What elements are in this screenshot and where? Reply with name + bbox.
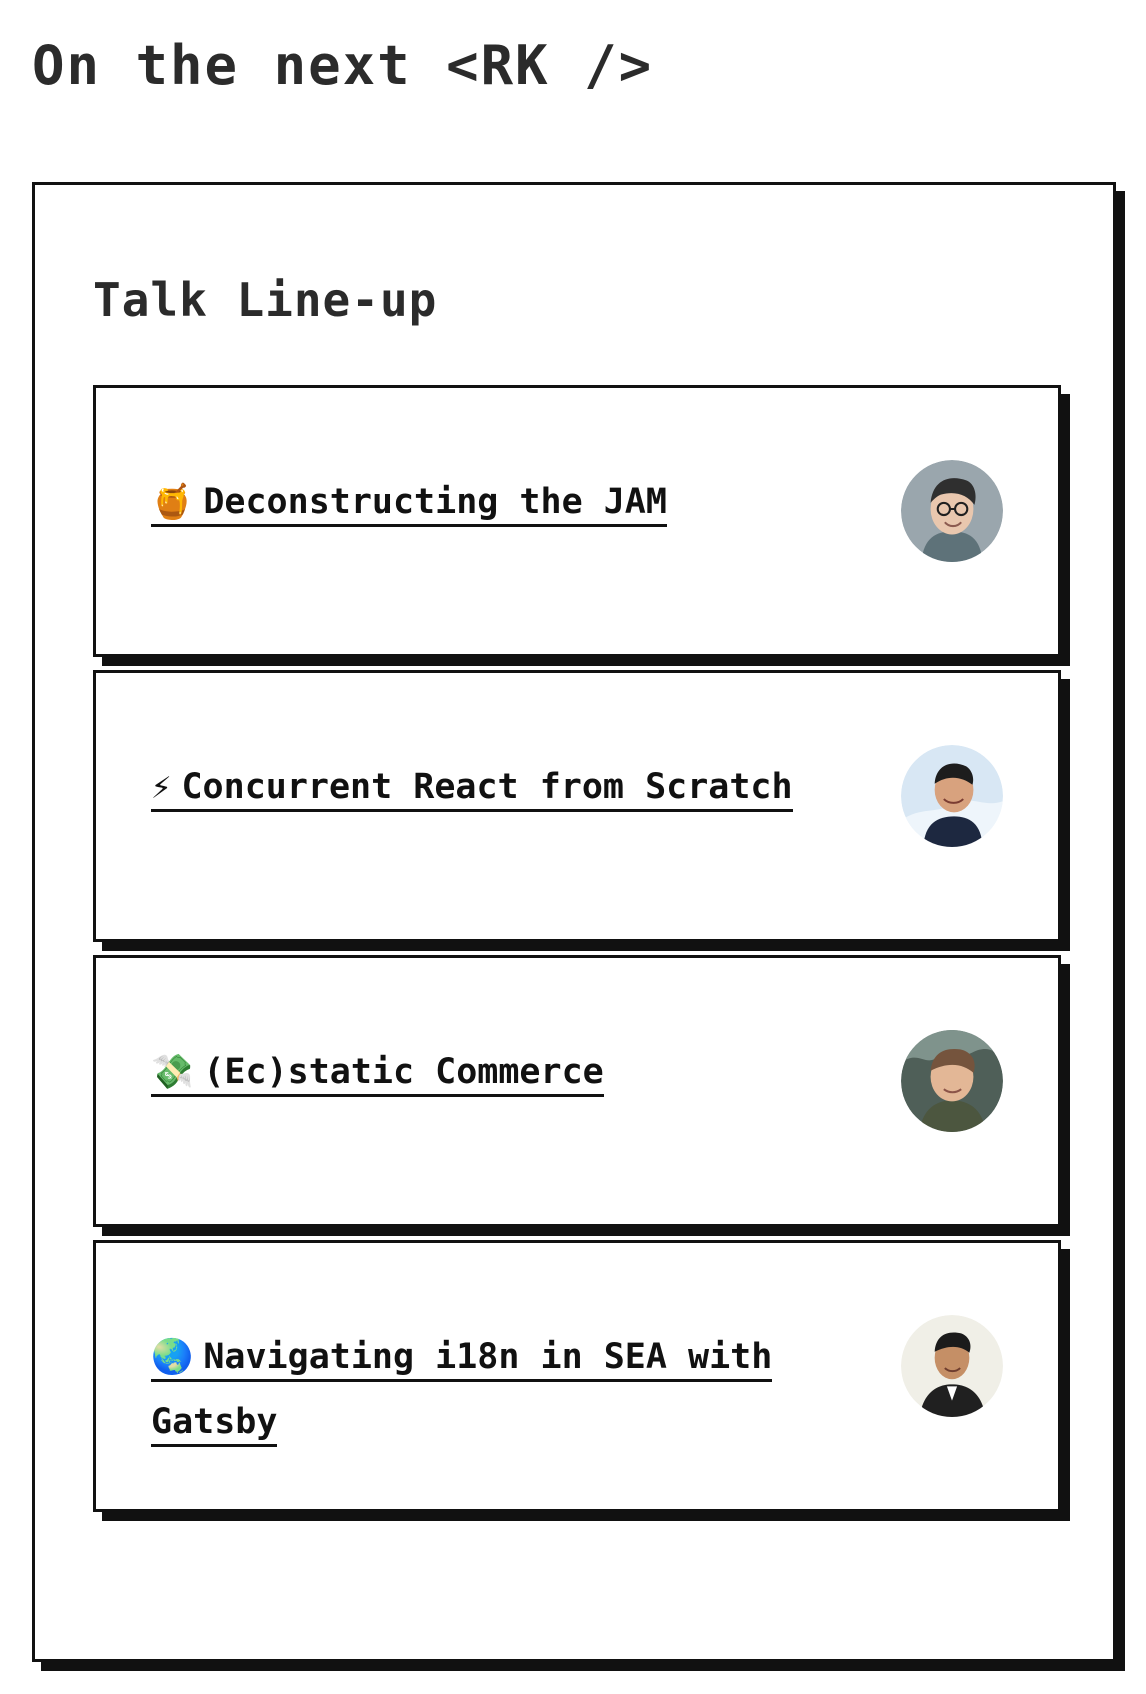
speaker-portrait <box>901 745 1003 847</box>
talk-title: 🌏 Navigating i18n in SEA with Gatsby <box>151 1325 851 1455</box>
page-title: On the next <RK /> <box>32 34 654 97</box>
honey-pot-icon: 🍯 <box>151 482 194 522</box>
speaker-avatar[interactable] <box>901 1315 1003 1417</box>
talk-lineup-title: Talk Line-up <box>93 273 438 327</box>
talk-title: 🍯 Deconstructing the JAM <box>151 470 851 535</box>
talk-title-text: (Ec)static Commerce <box>203 1052 604 1092</box>
lightning-icon: ⚡ <box>151 767 172 807</box>
speaker-portrait <box>901 460 1003 562</box>
globe-asia-australia-icon: 🌏 <box>151 1337 194 1377</box>
talk-link-navigating-i18n-in-sea-with-gatsby[interactable]: 🌏 Navigating i18n in SEA with Gatsby <box>151 1337 773 1447</box>
talk-title: ⚡ Concurrent React from Scratch <box>151 755 851 820</box>
talk-title-text: Navigating i18n in SEA with Gatsby <box>151 1337 773 1442</box>
talk-lineup-panel: Talk Line-up 🍯 Deconstructing the JAM ⚡ Co <box>32 182 1116 1662</box>
speaker-avatar[interactable] <box>901 1030 1003 1132</box>
talk-title: 💸 (Ec)static Commerce <box>151 1040 851 1105</box>
speaker-avatar[interactable] <box>901 745 1003 847</box>
talk-card-concurrent-react-from-scratch[interactable]: ⚡ Concurrent React from Scratch <box>93 670 1061 942</box>
talk-card-navigating-i18n-in-sea-with-gatsby[interactable]: 🌏 Navigating i18n in SEA with Gatsby <box>93 1240 1061 1512</box>
talk-link-deconstructing-the-jam[interactable]: 🍯 Deconstructing the JAM <box>151 482 667 527</box>
talk-title-text: Concurrent React from Scratch <box>181 767 793 807</box>
talk-title-text: Deconstructing the JAM <box>203 482 667 522</box>
speaker-portrait <box>901 1030 1003 1132</box>
speaker-portrait <box>901 1315 1003 1417</box>
talk-link-concurrent-react-from-scratch[interactable]: ⚡ Concurrent React from Scratch <box>151 767 793 812</box>
talk-link-ecstatic-commerce[interactable]: 💸 (Ec)static Commerce <box>151 1052 604 1097</box>
talk-card-deconstructing-the-jam[interactable]: 🍯 Deconstructing the JAM <box>93 385 1061 657</box>
money-with-wings-icon: 💸 <box>151 1052 194 1092</box>
speaker-avatar[interactable] <box>901 460 1003 562</box>
talk-card-ecstatic-commerce[interactable]: 💸 (Ec)static Commerce <box>93 955 1061 1227</box>
